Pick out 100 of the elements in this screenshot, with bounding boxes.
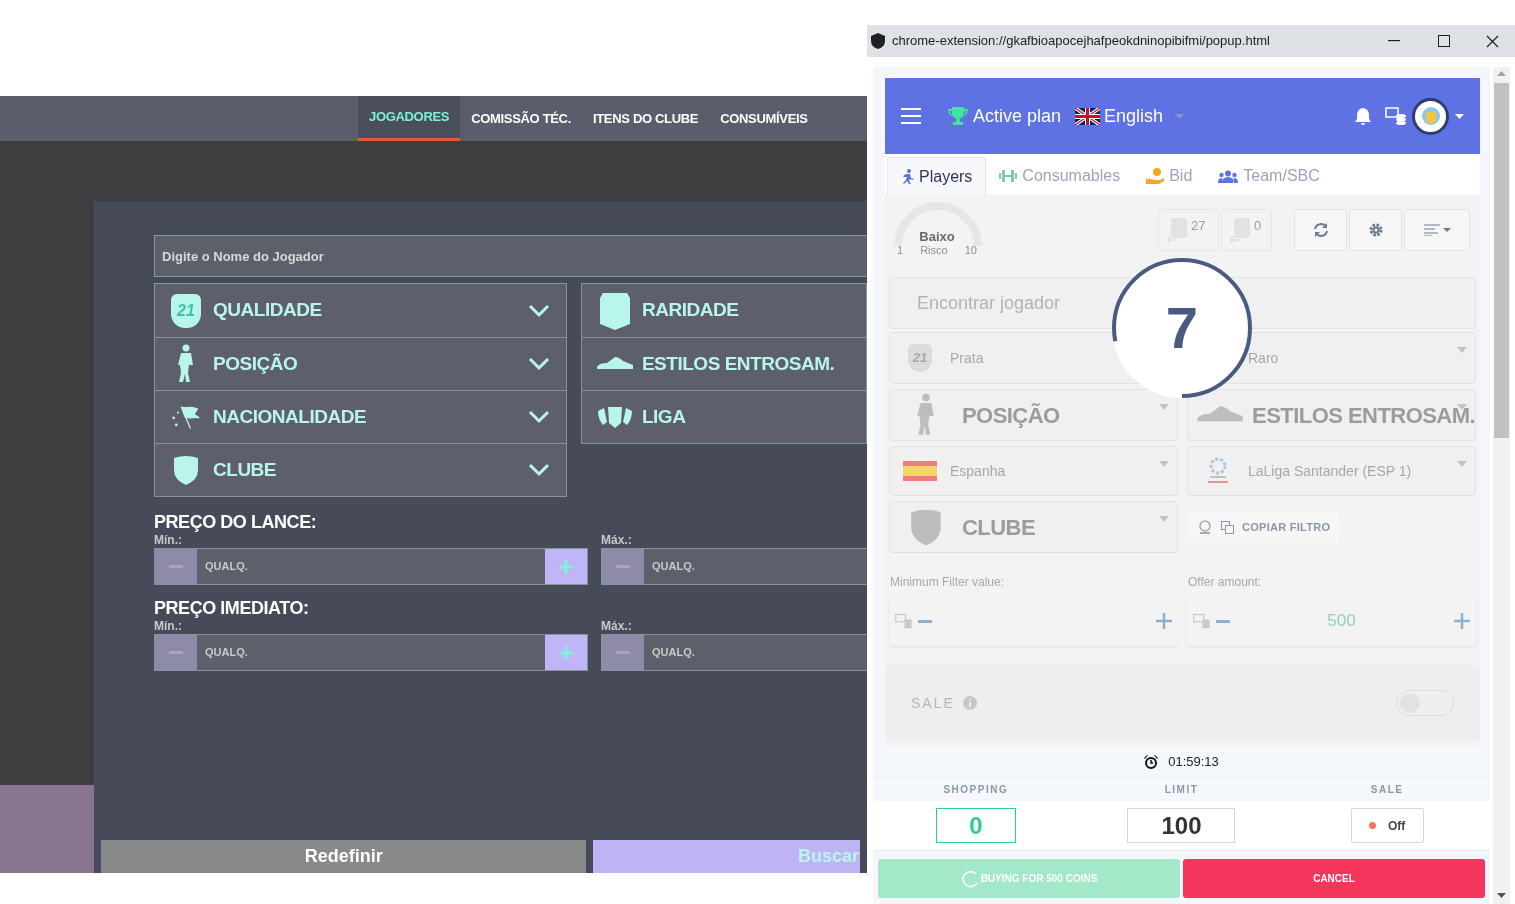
settings-button[interactable] (1349, 209, 1402, 251)
caret-down-icon (1159, 461, 1169, 467)
sort-menu-button[interactable] (1404, 209, 1470, 251)
field-label: Mín.: (154, 619, 182, 634)
chevron-down-icon (527, 410, 550, 424)
spinner-icon (960, 869, 979, 888)
filter-label: POSIÇÃO (213, 351, 299, 376)
shield-icon (871, 33, 885, 49)
avatar-button[interactable] (1412, 97, 1449, 135)
filter-label: ESTILOS ENTROSAM. (641, 351, 835, 376)
field-label: Minimum Filter value: (889, 575, 1005, 590)
stat-value: 0 (935, 808, 1016, 843)
filter-dropdown[interactable]: ESTILOS ENTROSAM. (1187, 389, 1476, 441)
uk-flag-icon (1075, 107, 1101, 125)
shield-icon (910, 508, 942, 546)
settings-icon (1367, 222, 1384, 238)
hand-coin-icon (1146, 168, 1165, 184)
filter-label: QUALIDADE (213, 298, 323, 323)
chevron-down-icon (527, 303, 550, 318)
minimize-icon (1388, 40, 1400, 42)
chevron-down-icon (527, 357, 550, 371)
counter-value: 27 (1191, 217, 1206, 235)
counter-value: 0 (1254, 217, 1262, 235)
status-text: Off (1388, 817, 1406, 835)
caret-down-icon[interactable] (1455, 113, 1464, 119)
stat-value: 100 (1127, 808, 1236, 843)
card-icon (598, 290, 631, 331)
risk-label: Risco (920, 244, 948, 256)
timer: 01:59:13 (1168, 753, 1219, 772)
tab[interactable]: Bid (1133, 157, 1206, 195)
filter-dropdown[interactable]: NACIONALIDADE (155, 390, 566, 443)
stat-label: SALE (1369, 783, 1405, 797)
filter-dropdown[interactable]: ESTILOS ENTROSAM. (581, 337, 866, 390)
chevron-down-icon (527, 463, 550, 477)
shield-icon (173, 455, 199, 485)
section-title: PREÇO DO LANCE: (154, 511, 317, 533)
alarm-clock-icon (1144, 755, 1159, 769)
scroll-up-icon[interactable] (1497, 71, 1506, 76)
gauge-max: 10 (964, 244, 977, 256)
filter-dropdown[interactable]: RARIDADE (581, 284, 866, 337)
plus-icon (1454, 613, 1470, 629)
filter-dropdown[interactable]: LIGA (581, 390, 866, 443)
tab[interactable]: Players (887, 157, 987, 195)
filter-dropdown[interactable]: POSIÇÃO (889, 389, 1178, 441)
filter-dropdown[interactable]: POSIÇÃO (155, 337, 566, 390)
plan-status: Active plan (973, 104, 1062, 128)
dumbbell-icon (999, 170, 1018, 182)
stat-label: LIMIT (1163, 783, 1200, 797)
field-label: Mín.: (154, 533, 182, 548)
bell-icon[interactable] (1355, 107, 1371, 125)
stat-label: SHOPPING (942, 783, 1010, 797)
sale-label: SALE (911, 693, 955, 713)
plus-icon (1156, 613, 1172, 629)
cancel-button[interactable]: CANCEL (1183, 859, 1485, 898)
coins-icon[interactable] (1385, 107, 1407, 125)
filter-label: LIGA (641, 404, 686, 429)
scroll-down-icon[interactable] (1497, 893, 1506, 898)
sort-lines-icon (1423, 224, 1440, 236)
copy-icon (1221, 520, 1234, 534)
caret-down-icon (1175, 113, 1185, 119)
filter-dropdown[interactable]: LaLiga Santander (ESP 1) (1187, 446, 1476, 496)
coins-icon (1193, 613, 1211, 629)
nav-tab[interactable]: JOGADORES (358, 96, 461, 141)
tab[interactable]: Team/SBC (1205, 157, 1333, 195)
maximize-icon (1438, 35, 1450, 47)
close-icon (1485, 34, 1499, 48)
scrollbar[interactable] (1493, 67, 1510, 904)
users-icon (1218, 169, 1239, 183)
filter-label: CLUBE (213, 457, 278, 482)
refresh-button[interactable] (1294, 209, 1347, 251)
tab[interactable]: Consumables (986, 157, 1134, 195)
runner-icon (901, 169, 914, 184)
nav-tab[interactable]: COMISSÃO TÉC. (460, 96, 582, 141)
nav-tab[interactable]: ITENS DO CLUBE (581, 96, 710, 141)
filter-label: RARIDADE (641, 298, 739, 323)
filter-dropdown[interactable]: CLUBE (889, 501, 1178, 553)
ball-icon (1197, 519, 1213, 535)
spain-flag-icon (903, 461, 937, 481)
filter-dropdown[interactable]: Espanha (889, 446, 1178, 496)
gauge-min: 1 (897, 244, 904, 256)
caret-down-icon (1457, 461, 1467, 467)
field-label: Offer amount: (1187, 575, 1262, 590)
field-label: Máx.: (601, 533, 632, 548)
filter-dropdown[interactable]: 21 QUALIDADE (155, 284, 566, 337)
caret-down-icon (1159, 516, 1169, 522)
trophy-icon (948, 107, 968, 125)
section-title: PREÇO IMEDIATO: (154, 597, 309, 619)
league-shields-icon (596, 405, 633, 429)
caret-down-icon (1442, 228, 1451, 232)
language-selector[interactable]: English (1075, 102, 1185, 130)
info-icon (962, 696, 977, 710)
menu-button[interactable] (901, 108, 921, 124)
filter-dropdown[interactable]: CLUBE (155, 443, 566, 496)
refresh-icon (1312, 222, 1329, 238)
window-title: chrome-extension://gkafbioapocejhafpeokdninopibifmi/popup.html (892, 32, 1270, 51)
filter-label: NACIONALIDADE (213, 404, 368, 429)
caret-down-icon (1457, 404, 1467, 410)
nav-tab[interactable]: CONSUMÍVEIS (709, 96, 819, 141)
player-name-field[interactable]: Digite o Nome do Jogador (154, 235, 867, 277)
reset-button[interactable]: Redefinir (101, 840, 587, 873)
